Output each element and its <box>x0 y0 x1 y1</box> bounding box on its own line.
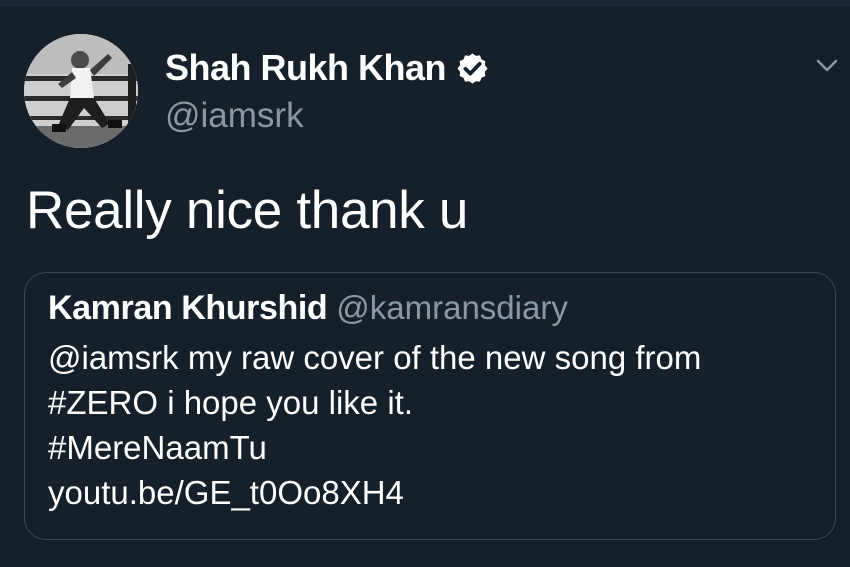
avatar[interactable] <box>24 34 138 148</box>
quoted-text-line: #ZERO i hope you like it. <box>48 384 413 421</box>
quoted-text-line: @iamsrk my raw cover of the new song fro… <box>48 339 702 376</box>
quoted-tweet-card[interactable]: Kamran Khurshid @kamransdiary @iamsrk my… <box>24 272 836 540</box>
quoted-author-row: Kamran Khurshid @kamransdiary <box>48 289 568 328</box>
author-handle[interactable]: @iamsrk <box>165 96 304 136</box>
top-divider <box>0 0 850 7</box>
author-name-row: Shah Rukh Khan <box>165 44 490 92</box>
verified-badge-icon <box>457 52 488 84</box>
quoted-text-line: #MereNaamTu <box>48 429 267 466</box>
quoted-author-handle: @kamransdiary <box>336 289 568 326</box>
avatar-photo-icon <box>24 34 138 148</box>
author-display-name[interactable]: Shah Rukh Khan <box>165 47 447 89</box>
quoted-tweet-text: @iamsrk my raw cover of the new song fro… <box>48 335 701 515</box>
tweet-text: Really nice thank u <box>26 181 469 240</box>
chevron-down-icon[interactable] <box>812 52 842 78</box>
quoted-author-name: Kamran Khurshid <box>48 289 328 327</box>
quoted-text-line: youtu.be/GE_t0Oo8XH4 <box>48 474 404 511</box>
